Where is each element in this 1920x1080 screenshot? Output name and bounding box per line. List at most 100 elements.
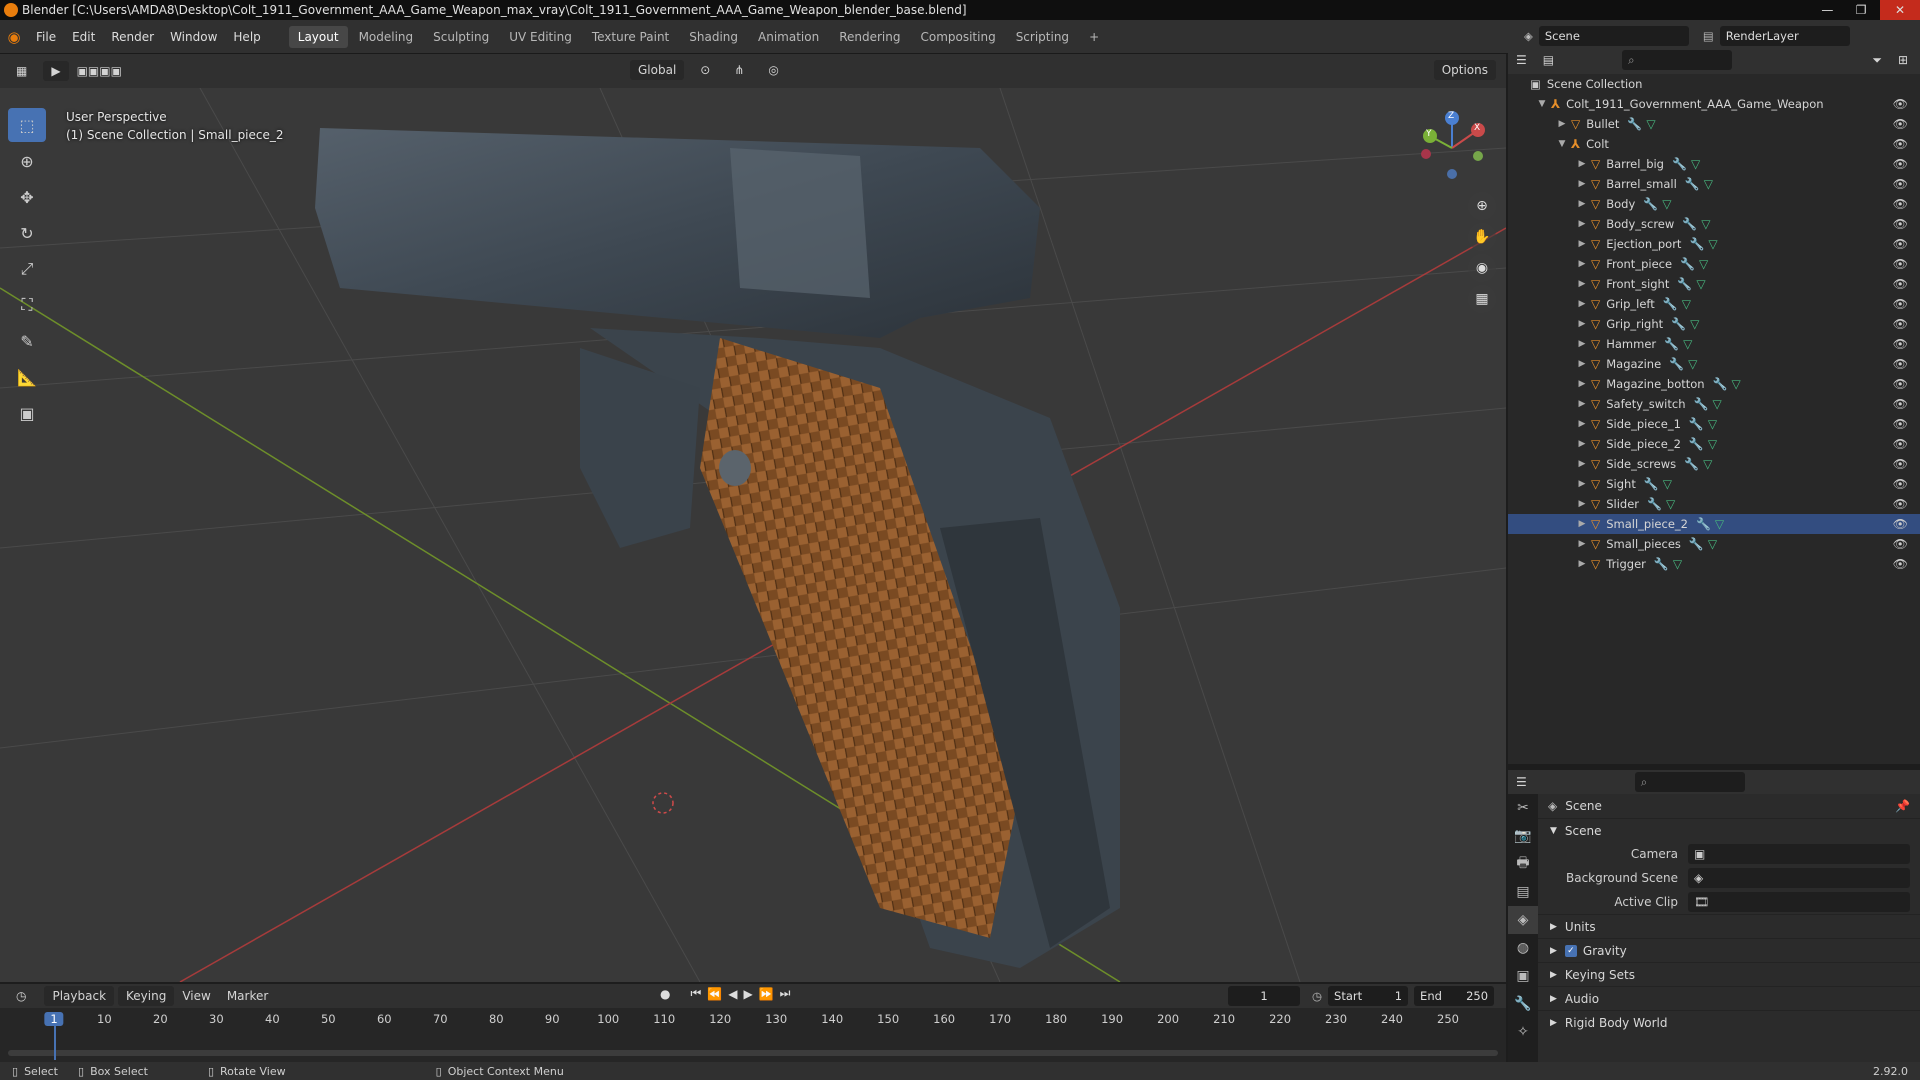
timeline-scrollbar[interactable]: [8, 1050, 1498, 1056]
keying-menu[interactable]: Keying: [118, 986, 175, 1006]
close-button[interactable]: ✕: [1880, 0, 1920, 20]
outliner-object-row[interactable]: ▶ ▽ Barrel_small 🔧 ▽ 👁: [1508, 174, 1920, 194]
tab-rendering[interactable]: Rendering: [830, 26, 909, 48]
expand-icon[interactable]: ▶: [1576, 279, 1588, 289]
visibility-eye-icon[interactable]: 👁: [1893, 297, 1908, 311]
outliner-object-row[interactable]: ▶ ▽ Side_screws 🔧 ▽ 👁: [1508, 454, 1920, 474]
visibility-eye-icon[interactable]: 👁: [1893, 117, 1908, 131]
active-clip-field[interactable]: 🎞: [1688, 892, 1910, 912]
add-workspace-button[interactable]: +: [1080, 26, 1108, 48]
outliner-object-row[interactable]: ▶ ▽ Magazine 🔧 ▽ 👁: [1508, 354, 1920, 374]
panel-gravity[interactable]: ▶ ✓ Gravity: [1538, 938, 1920, 962]
next-keyframe-icon[interactable]: ⏩: [759, 987, 774, 1001]
properties-search-input[interactable]: ⌕: [1634, 772, 1745, 792]
outliner-object-row[interactable]: ▶ ▽ Magazine_botton 🔧 ▽ 👁: [1508, 374, 1920, 394]
expand-icon[interactable]: ▶: [1576, 179, 1588, 189]
visibility-eye-icon[interactable]: 👁: [1893, 377, 1908, 391]
timeline[interactable]: 1 10 20 30 40 50 60 70 80 90 100 110 120 130 140 150 160…: [0, 1008, 1506, 1062]
outliner-object-row[interactable]: ▶ ▽ Barrel_big 🔧 ▽ 👁: [1508, 154, 1920, 174]
ortho-grid-icon[interactable]: ▦: [1468, 285, 1496, 313]
visibility-eye-icon[interactable]: 👁: [1893, 517, 1908, 531]
tab-layout[interactable]: Layout: [288, 25, 348, 48]
outliner-object-row[interactable]: ▶ ▽ Side_piece_1 🔧 ▽ 👁: [1508, 414, 1920, 434]
expand-icon[interactable]: ▶: [1576, 519, 1588, 529]
marker-menu[interactable]: Marker: [219, 986, 276, 1006]
tab-uv-editing[interactable]: UV Editing: [500, 26, 581, 48]
outliner-root[interactable]: ▣ Scene Collection: [1508, 74, 1920, 94]
add-cube-tool[interactable]: ▣: [8, 396, 46, 430]
menu-edit[interactable]: Edit: [64, 30, 103, 44]
visibility-eye-icon[interactable]: 👁: [1893, 277, 1908, 291]
visibility-eye-icon[interactable]: 👁: [1893, 217, 1908, 231]
view-layer-tab-icon[interactable]: ▤: [1508, 878, 1538, 906]
timeline-editor-icon[interactable]: ◷: [8, 986, 34, 1006]
panel-scene[interactable]: ▼ Scene: [1538, 818, 1920, 842]
camera-view-icon[interactable]: ◉: [1468, 254, 1496, 282]
expand-icon[interactable]: ▶: [1576, 459, 1588, 469]
visibility-eye-icon[interactable]: 👁: [1893, 437, 1908, 451]
display-mode-icon[interactable]: ▤: [1535, 50, 1562, 70]
outliner-object-row[interactable]: ▶ ▽ Safety_switch 🔧 ▽ 👁: [1508, 394, 1920, 414]
navigation-gizmo[interactable]: Z X Y: [1412, 108, 1492, 188]
snap-icon[interactable]: ⋔: [726, 60, 752, 80]
expand-icon[interactable]: ▶: [1576, 499, 1588, 509]
visibility-eye-icon[interactable]: 👁: [1893, 237, 1908, 251]
tab-compositing[interactable]: Compositing: [911, 26, 1004, 48]
panel-rigid-body-world[interactable]: ▶ Rigid Body World: [1538, 1010, 1920, 1034]
visibility-eye-icon[interactable]: 👁: [1893, 357, 1908, 371]
scene-selector[interactable]: Scene: [1538, 26, 1689, 46]
expand-icon[interactable]: ▶: [1576, 239, 1588, 249]
zoom-icon[interactable]: ⊕: [1468, 192, 1496, 220]
outliner-object-row[interactable]: ▶ ▽ Sight 🔧 ▽ 👁: [1508, 474, 1920, 494]
background-scene-field[interactable]: ◈: [1688, 868, 1910, 888]
pivot-icon[interactable]: ⊙: [692, 60, 718, 80]
blender-menu-icon[interactable]: ◉: [0, 28, 28, 46]
tab-scripting[interactable]: Scripting: [1007, 26, 1078, 48]
object-tab-icon[interactable]: ▣: [1508, 962, 1538, 990]
visibility-eye-icon[interactable]: 👁: [1893, 537, 1908, 551]
jump-end-icon[interactable]: ⏭: [780, 986, 791, 1001]
outliner-object-row[interactable]: ▶ ▽ Front_piece 🔧 ▽ 👁: [1508, 254, 1920, 274]
expand-icon[interactable]: ▶: [1576, 199, 1588, 209]
annotate-tool[interactable]: ✎: [8, 324, 46, 358]
visibility-eye-icon[interactable]: 👁: [1893, 157, 1908, 171]
output-tab-icon[interactable]: 🖶: [1508, 850, 1538, 878]
panel-units[interactable]: ▶ Units: [1538, 914, 1920, 938]
editor-type-icon[interactable]: ▦: [8, 61, 35, 81]
expand-icon[interactable]: ▼: [1556, 139, 1568, 149]
visibility-eye-icon[interactable]: 👁: [1893, 337, 1908, 351]
particles-tab-icon[interactable]: ✧: [1508, 1018, 1538, 1046]
select-tool-icon[interactable]: ▶: [43, 61, 69, 81]
visibility-eye-icon[interactable]: 👁: [1893, 477, 1908, 491]
outliner-object-row[interactable]: ▶ ▽ Body 🔧 ▽ 👁: [1508, 194, 1920, 214]
visibility-eye-icon[interactable]: 👁: [1893, 497, 1908, 511]
outliner-search-input[interactable]: ⌕: [1622, 50, 1733, 70]
filter-icon[interactable]: ⏷: [1864, 50, 1890, 71]
expand-icon[interactable]: ▶: [1576, 439, 1588, 449]
world-tab-icon[interactable]: ◍: [1508, 934, 1538, 962]
outliner-object-row[interactable]: ▶ ▽ Grip_right 🔧 ▽ 👁: [1508, 314, 1920, 334]
outliner-object-row[interactable]: ▶ ▽ Hammer 🔧 ▽ 👁: [1508, 334, 1920, 354]
menu-help[interactable]: Help: [225, 30, 268, 44]
expand-icon[interactable]: ▶: [1576, 379, 1588, 389]
play-icon[interactable]: ▶: [743, 987, 752, 1001]
panel-keying-sets[interactable]: ▶ Keying Sets: [1538, 962, 1920, 986]
visibility-eye-icon[interactable]: 👁: [1893, 257, 1908, 271]
expand-icon[interactable]: ▶: [1576, 359, 1588, 369]
expand-icon[interactable]: ▶: [1576, 299, 1588, 309]
expand-icon[interactable]: ▶: [1576, 319, 1588, 329]
expand-icon[interactable]: ▶: [1576, 219, 1588, 229]
render-layer-selector[interactable]: RenderLayer: [1719, 26, 1850, 46]
menu-window[interactable]: Window: [162, 30, 225, 44]
timeline-view-menu[interactable]: View: [174, 986, 218, 1006]
outliner-group-colt[interactable]: ▼ ⅄ Colt 👁: [1508, 134, 1920, 154]
expand-icon[interactable]: ▶: [1576, 159, 1588, 169]
expand-icon[interactable]: ▶: [1576, 399, 1588, 409]
selection-mode-icons[interactable]: ▣▣▣▣: [69, 61, 130, 81]
record-icon[interactable]: ●: [660, 987, 670, 1001]
outliner-editor-icon[interactable]: ☰: [1508, 50, 1535, 70]
menu-file[interactable]: File: [28, 30, 64, 44]
modifier-tab-icon[interactable]: 🔧: [1508, 990, 1538, 1018]
outliner-object-row[interactable]: ▶ ▽ Small_pieces 🔧 ▽ 👁: [1508, 534, 1920, 554]
visibility-eye-icon[interactable]: 👁: [1893, 177, 1908, 191]
